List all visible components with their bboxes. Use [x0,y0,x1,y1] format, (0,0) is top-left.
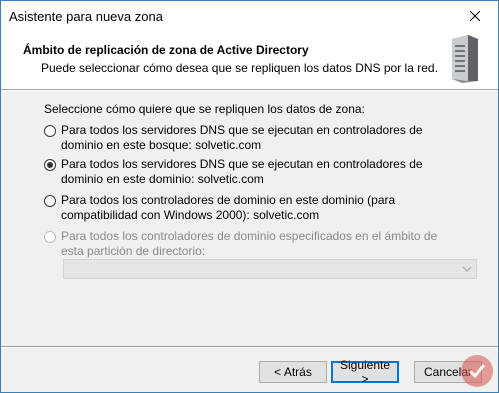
server-icon [452,35,478,83]
option-domain-dns[interactable]: Para todos los servidores DNS que se eje… [44,157,461,187]
option-domain-dns-label[interactable]: Para todos los servidores DNS que se eje… [61,157,461,187]
header-subtitle: Puede seleccionar cómo desea que se repl… [41,61,438,75]
header-divider [1,89,498,91]
footer-divider [1,346,498,348]
option-forest[interactable]: Para todos los servidores DNS que se eje… [44,123,461,153]
replication-prompt: Seleccione cómo quiere que se repliquen … [44,102,365,116]
window-title: Asistente para nueva zona [9,9,163,24]
close-icon [470,11,480,21]
radio-domain-dns[interactable] [44,159,56,171]
option-partition-label: Para todos los controladores de dominio … [61,229,438,258]
radio-domain-dc[interactable] [44,195,56,207]
option-forest-label[interactable]: Para todos los servidores DNS que se eje… [61,123,461,153]
radio-forest[interactable] [44,125,56,137]
radio-partition [44,231,56,243]
option-domain-dc-label[interactable]: Para todos los controladores de dominio … [61,193,461,223]
wizard-window: Asistente para nueva zona Ámbito de repl… [0,0,499,393]
watermark-logo-icon [461,355,493,387]
partition-select [63,259,477,279]
back-button[interactable]: < Atrás [259,361,327,383]
option-domain-dc[interactable]: Para todos los controladores de dominio … [44,193,461,223]
wizard-header: Ámbito de replicación de zona de Active … [1,31,498,89]
header-title: Ámbito de replicación de zona de Active … [23,43,309,57]
chevron-down-icon [462,266,472,272]
title-bar: Asistente para nueva zona [1,1,498,31]
close-button[interactable] [452,1,498,31]
next-button[interactable]: Siguiente > [331,358,399,386]
option-partition: Para todos los controladores de dominio … [44,229,461,259]
